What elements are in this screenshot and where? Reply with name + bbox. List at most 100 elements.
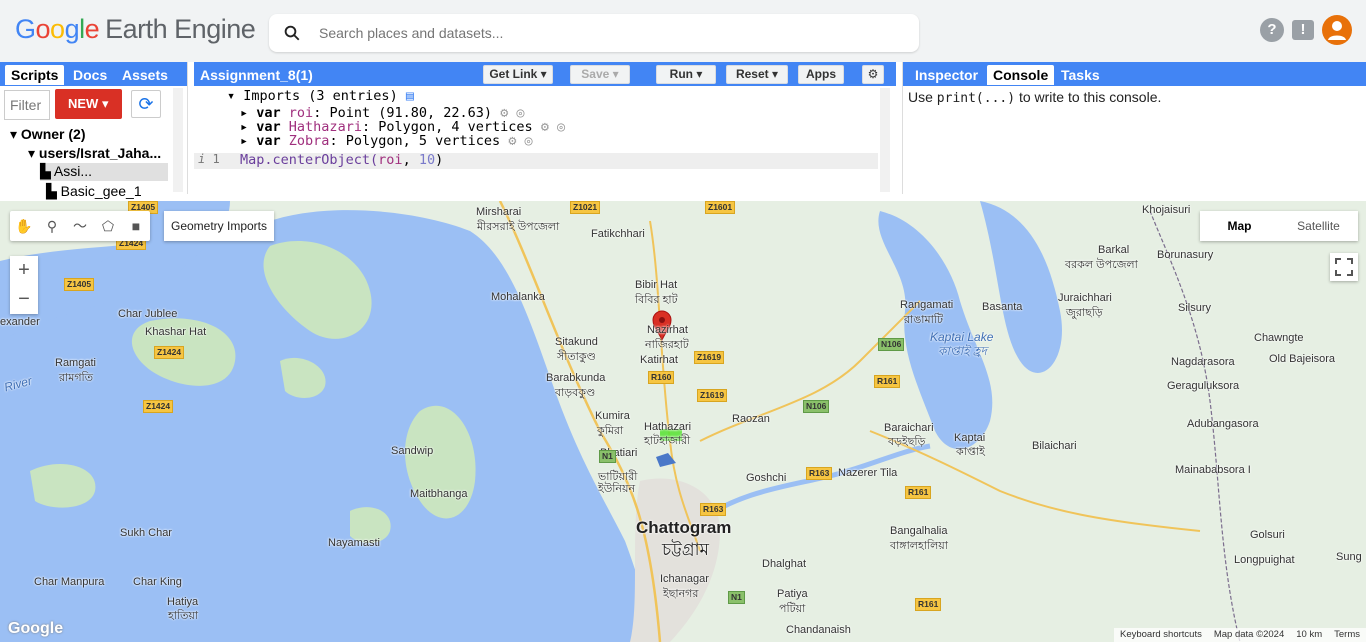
place-label: Mohalanka [491, 291, 545, 303]
place-label: Dhalghat [762, 558, 807, 570]
place-label: Basanta [982, 301, 1023, 313]
zoom-in-button[interactable]: + [10, 256, 38, 285]
scripts-tabbar: Scripts Docs Assets [0, 62, 187, 86]
draw-polygon-icon[interactable]: ⬠ [94, 211, 122, 241]
save-button[interactable]: Save ▾ [570, 65, 630, 84]
tab-docs[interactable]: Docs [67, 65, 113, 85]
get-link-button[interactable]: Get Link ▾ [483, 65, 553, 84]
place-label: বড়ইছড়ি [888, 436, 926, 448]
console-msg-post: to write to this console. [1015, 89, 1162, 105]
road-shield: R163 [806, 467, 833, 480]
reset-button[interactable]: Reset ▾ [726, 65, 788, 84]
get-link-label: Get Link [489, 67, 538, 81]
place-label: Longpuighat [1234, 554, 1295, 566]
refresh-icon[interactable]: ⟳ [131, 90, 161, 118]
import-zobra[interactable]: ▸ var Zobra: Polygon, 5 vertices ⚙ ◎ [240, 133, 533, 149]
console-msg-pre: Use [908, 89, 937, 105]
imports-header[interactable]: ▾ Imports (3 entries) ▤ [227, 88, 414, 104]
imports-edit-icon[interactable]: ▤ [406, 88, 414, 104]
tab-assets[interactable]: Assets [116, 65, 174, 85]
zoom-out-button[interactable]: − [10, 285, 38, 314]
road-shield: N106 [803, 400, 830, 413]
new-button[interactable]: NEW ▾ [55, 89, 122, 119]
code-area[interactable]: ▾ Imports (3 entries) ▤ ▸ var roi: Point… [194, 86, 884, 194]
import-desc: : Polygon, 5 vertices [329, 133, 501, 149]
road-shield: Z1619 [697, 389, 728, 402]
import-name: Zobra [288, 133, 330, 149]
lake-label: কাপ্তাই হ্রদ [938, 344, 987, 358]
tab-tasks[interactable]: Tasks [1055, 65, 1106, 85]
place-label: Adubangasora [1187, 418, 1259, 430]
road-shield: Z1424 [154, 346, 185, 359]
geometry-imports-button[interactable]: Geometry Imports [164, 211, 274, 241]
fullscreen-icon[interactable] [1330, 253, 1358, 281]
run-label: Run [669, 67, 693, 81]
tree-item[interactable]: ▙ Basic_gee_1 [46, 183, 142, 200]
code-arg: roi [378, 152, 403, 168]
feedback-icon[interactable]: ! [1292, 20, 1314, 40]
road-shield: R161 [915, 598, 942, 611]
place-label: Char Jublee [118, 308, 178, 320]
line-number-value: 1 [212, 152, 220, 166]
place-label: Chawngte [1254, 332, 1304, 344]
map-canvas[interactable]: Mirsharai মীরসরাই উপজেলা Fatikchhari Bib… [0, 201, 1366, 642]
place-label: কাপ্তাই [956, 446, 985, 458]
tree-user-folder[interactable]: ▾ users/Israt_Jaha... [28, 145, 161, 162]
place-label: Borunasury [1157, 249, 1214, 261]
import-settings-icon[interactable]: ⚙ ◎ [541, 119, 565, 135]
place-label: Bilaichari [1032, 440, 1077, 452]
road-shield: N1 [599, 450, 616, 463]
tab-scripts[interactable]: Scripts [5, 65, 65, 85]
place-label: Bangalhalia [890, 525, 948, 537]
console-panel: Inspector Console Tasks Use print(...) t… [902, 62, 1366, 194]
draw-line-icon[interactable]: 〜 [66, 211, 94, 241]
tree-item-label: Assi... [53, 163, 93, 179]
keyboard-shortcuts-link[interactable]: Keyboard shortcuts [1120, 629, 1202, 641]
draw-rectangle-icon[interactable]: ■ [122, 211, 150, 241]
place-label: Sandwip [391, 445, 434, 457]
account-avatar[interactable] [1322, 15, 1352, 45]
map-attribution: Keyboard shortcuts Map data ©2024 10 km … [1114, 628, 1366, 642]
place-label: নাজিরহাট [645, 339, 689, 351]
place-label: Silsury [1178, 302, 1212, 314]
apps-button[interactable]: Apps [798, 65, 844, 84]
road-shield: R160 [648, 371, 675, 384]
tab-console[interactable]: Console [987, 65, 1055, 85]
place-label: Maitbhanga [410, 488, 468, 500]
place-label: রামগতি [59, 372, 93, 384]
tab-inspector[interactable]: Inspector [909, 65, 984, 85]
earth-engine-logo[interactable]: Google Earth Engine [15, 14, 256, 45]
editor-scrollbar[interactable] [880, 88, 890, 192]
place-label: বরকল উপজেলা [1065, 259, 1138, 271]
place-label: Goshchi [746, 472, 787, 484]
file-icon: ▙ [40, 163, 51, 179]
help-icon[interactable]: ? [1260, 18, 1284, 42]
place-label: exander [0, 316, 40, 328]
place-label: Raozan [732, 413, 770, 425]
place-label: ইছানগর [663, 588, 699, 600]
search-box[interactable] [269, 14, 919, 52]
search-input[interactable] [319, 22, 899, 44]
scripts-scrollbar[interactable] [173, 88, 183, 192]
line-number: i 1 [198, 152, 220, 166]
add-marker-icon[interactable]: ⚲ [38, 211, 66, 241]
place-label: Juraichhari [1058, 292, 1112, 304]
road-shield: Z1405 [64, 278, 95, 291]
run-button[interactable]: Run ▾ [656, 65, 716, 84]
place-label: বাড়বকুণ্ড [555, 387, 596, 399]
filter-input[interactable]: Filter [4, 90, 50, 120]
settings-gear-icon[interactable]: ⚙ [862, 65, 884, 84]
road-shield: R163 [700, 503, 727, 516]
map-type-satellite[interactable]: Satellite [1279, 211, 1358, 241]
place-label: বাঙ্গালহালিয়া [890, 540, 948, 552]
tree-owner[interactable]: ▾ Owner (2) [10, 126, 86, 143]
import-settings-icon[interactable]: ⚙ ◎ [508, 133, 532, 149]
map-type-map[interactable]: Map [1200, 211, 1279, 241]
road-shield: N106 [878, 338, 905, 351]
pan-hand-icon[interactable]: ✋ [10, 211, 38, 241]
terms-link[interactable]: Terms [1334, 629, 1360, 641]
code-line-1[interactable]: Map.centerObject(roi, 10) [240, 152, 443, 168]
place-label: Kumira [595, 410, 630, 422]
place-label: Barkal [1098, 244, 1130, 256]
tree-item-selected[interactable]: ▙ Assi... [40, 163, 168, 181]
